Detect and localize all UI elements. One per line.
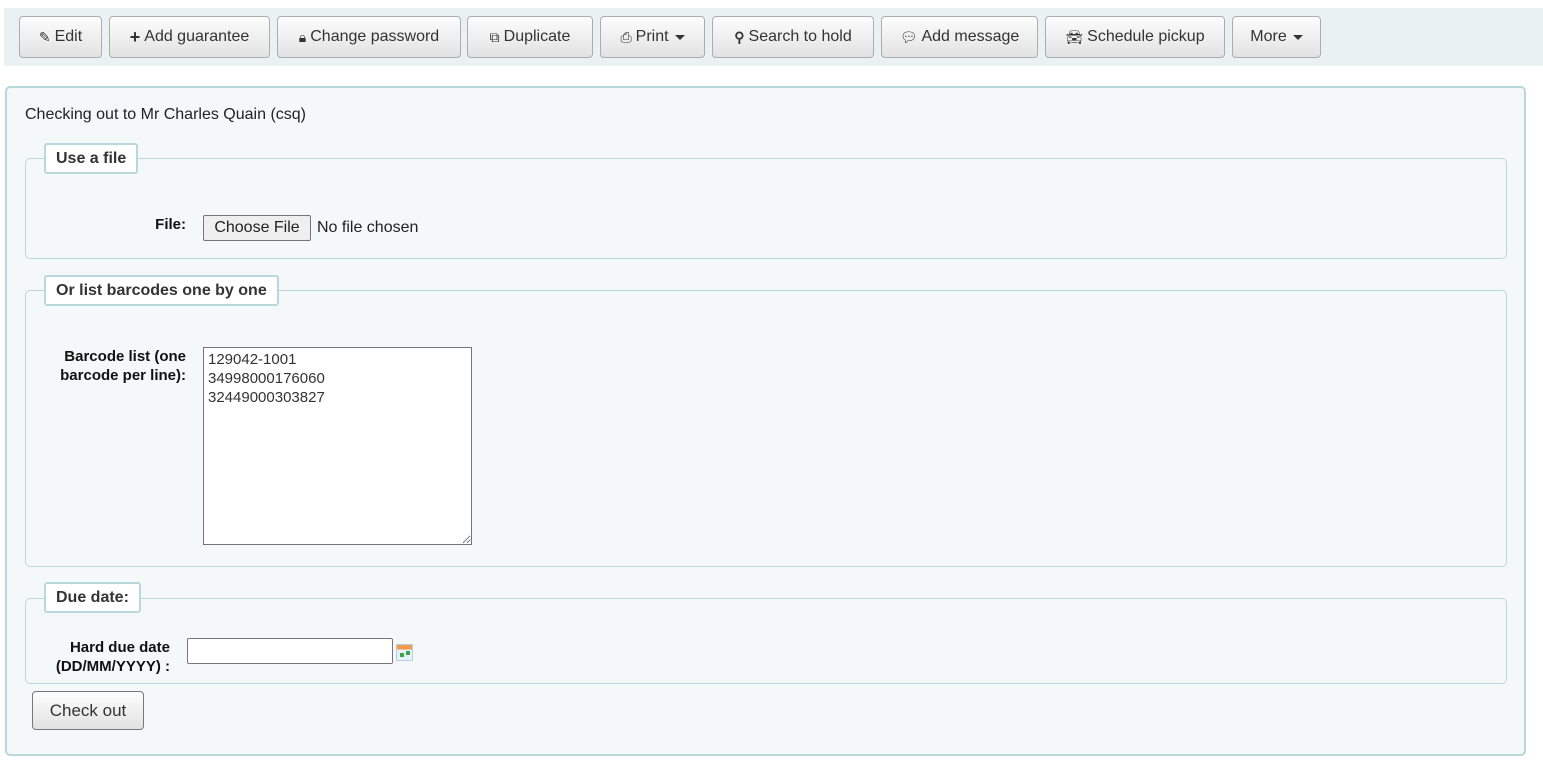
duplicate-button[interactable]: ⧉ Duplicate — [467, 16, 593, 58]
comment-icon: 💬︎ — [899, 28, 918, 45]
change-password-button[interactable]: 🔒︎ Change password — [277, 16, 461, 58]
barcode-legend: Or list barcodes one by one — [44, 275, 279, 306]
lock-icon: 🔒︎ — [298, 28, 307, 45]
file-status: No file chosen — [317, 219, 419, 236]
due-date-legend: Due date: — [44, 582, 141, 613]
barcode-list-textarea[interactable]: 129042-1001 34998000176060 3244900030382… — [203, 347, 472, 545]
search-to-hold-button[interactable]: ⚲ Search to hold — [712, 16, 874, 58]
page-title: Checking out to Mr Charles Quain (csq) — [25, 106, 306, 123]
copy-icon: ⧉ — [489, 28, 500, 45]
print-icon: ⎙ — [620, 28, 632, 45]
add-message-button[interactable]: 💬︎ Add message — [881, 16, 1038, 58]
print-button[interactable]: ⎙ Print — [600, 16, 705, 58]
file-fieldset — [25, 158, 1507, 259]
search-icon: ⚲ — [734, 28, 745, 45]
barcode-list-label: Barcode list (one barcode per line): — [60, 348, 186, 384]
add-guarantee-button[interactable]: + Add guarantee — [109, 16, 270, 58]
calendar-icon[interactable] — [396, 644, 413, 661]
check-out-button[interactable]: Check out — [32, 691, 144, 730]
plus-icon: + — [129, 26, 141, 47]
hard-due-date-label: Hard due date (DD/MM/YYYY) : — [55, 639, 170, 675]
caret-down-icon — [1292, 34, 1303, 40]
car-icon: 🚘︎ — [1065, 28, 1084, 45]
hard-due-date-input[interactable] — [187, 638, 393, 664]
schedule-pickup-button[interactable]: 🚘︎ Schedule pickup — [1045, 16, 1225, 58]
choose-file-button[interactable]: Choose File — [203, 215, 311, 241]
edit-button[interactable]: ✎ Edit — [19, 16, 102, 58]
pencil-icon: ✎ — [38, 28, 51, 45]
more-button[interactable]: More — [1232, 16, 1321, 58]
caret-down-icon — [674, 34, 685, 40]
file-label: File: — [155, 216, 186, 233]
file-legend: Use a file — [44, 143, 139, 174]
